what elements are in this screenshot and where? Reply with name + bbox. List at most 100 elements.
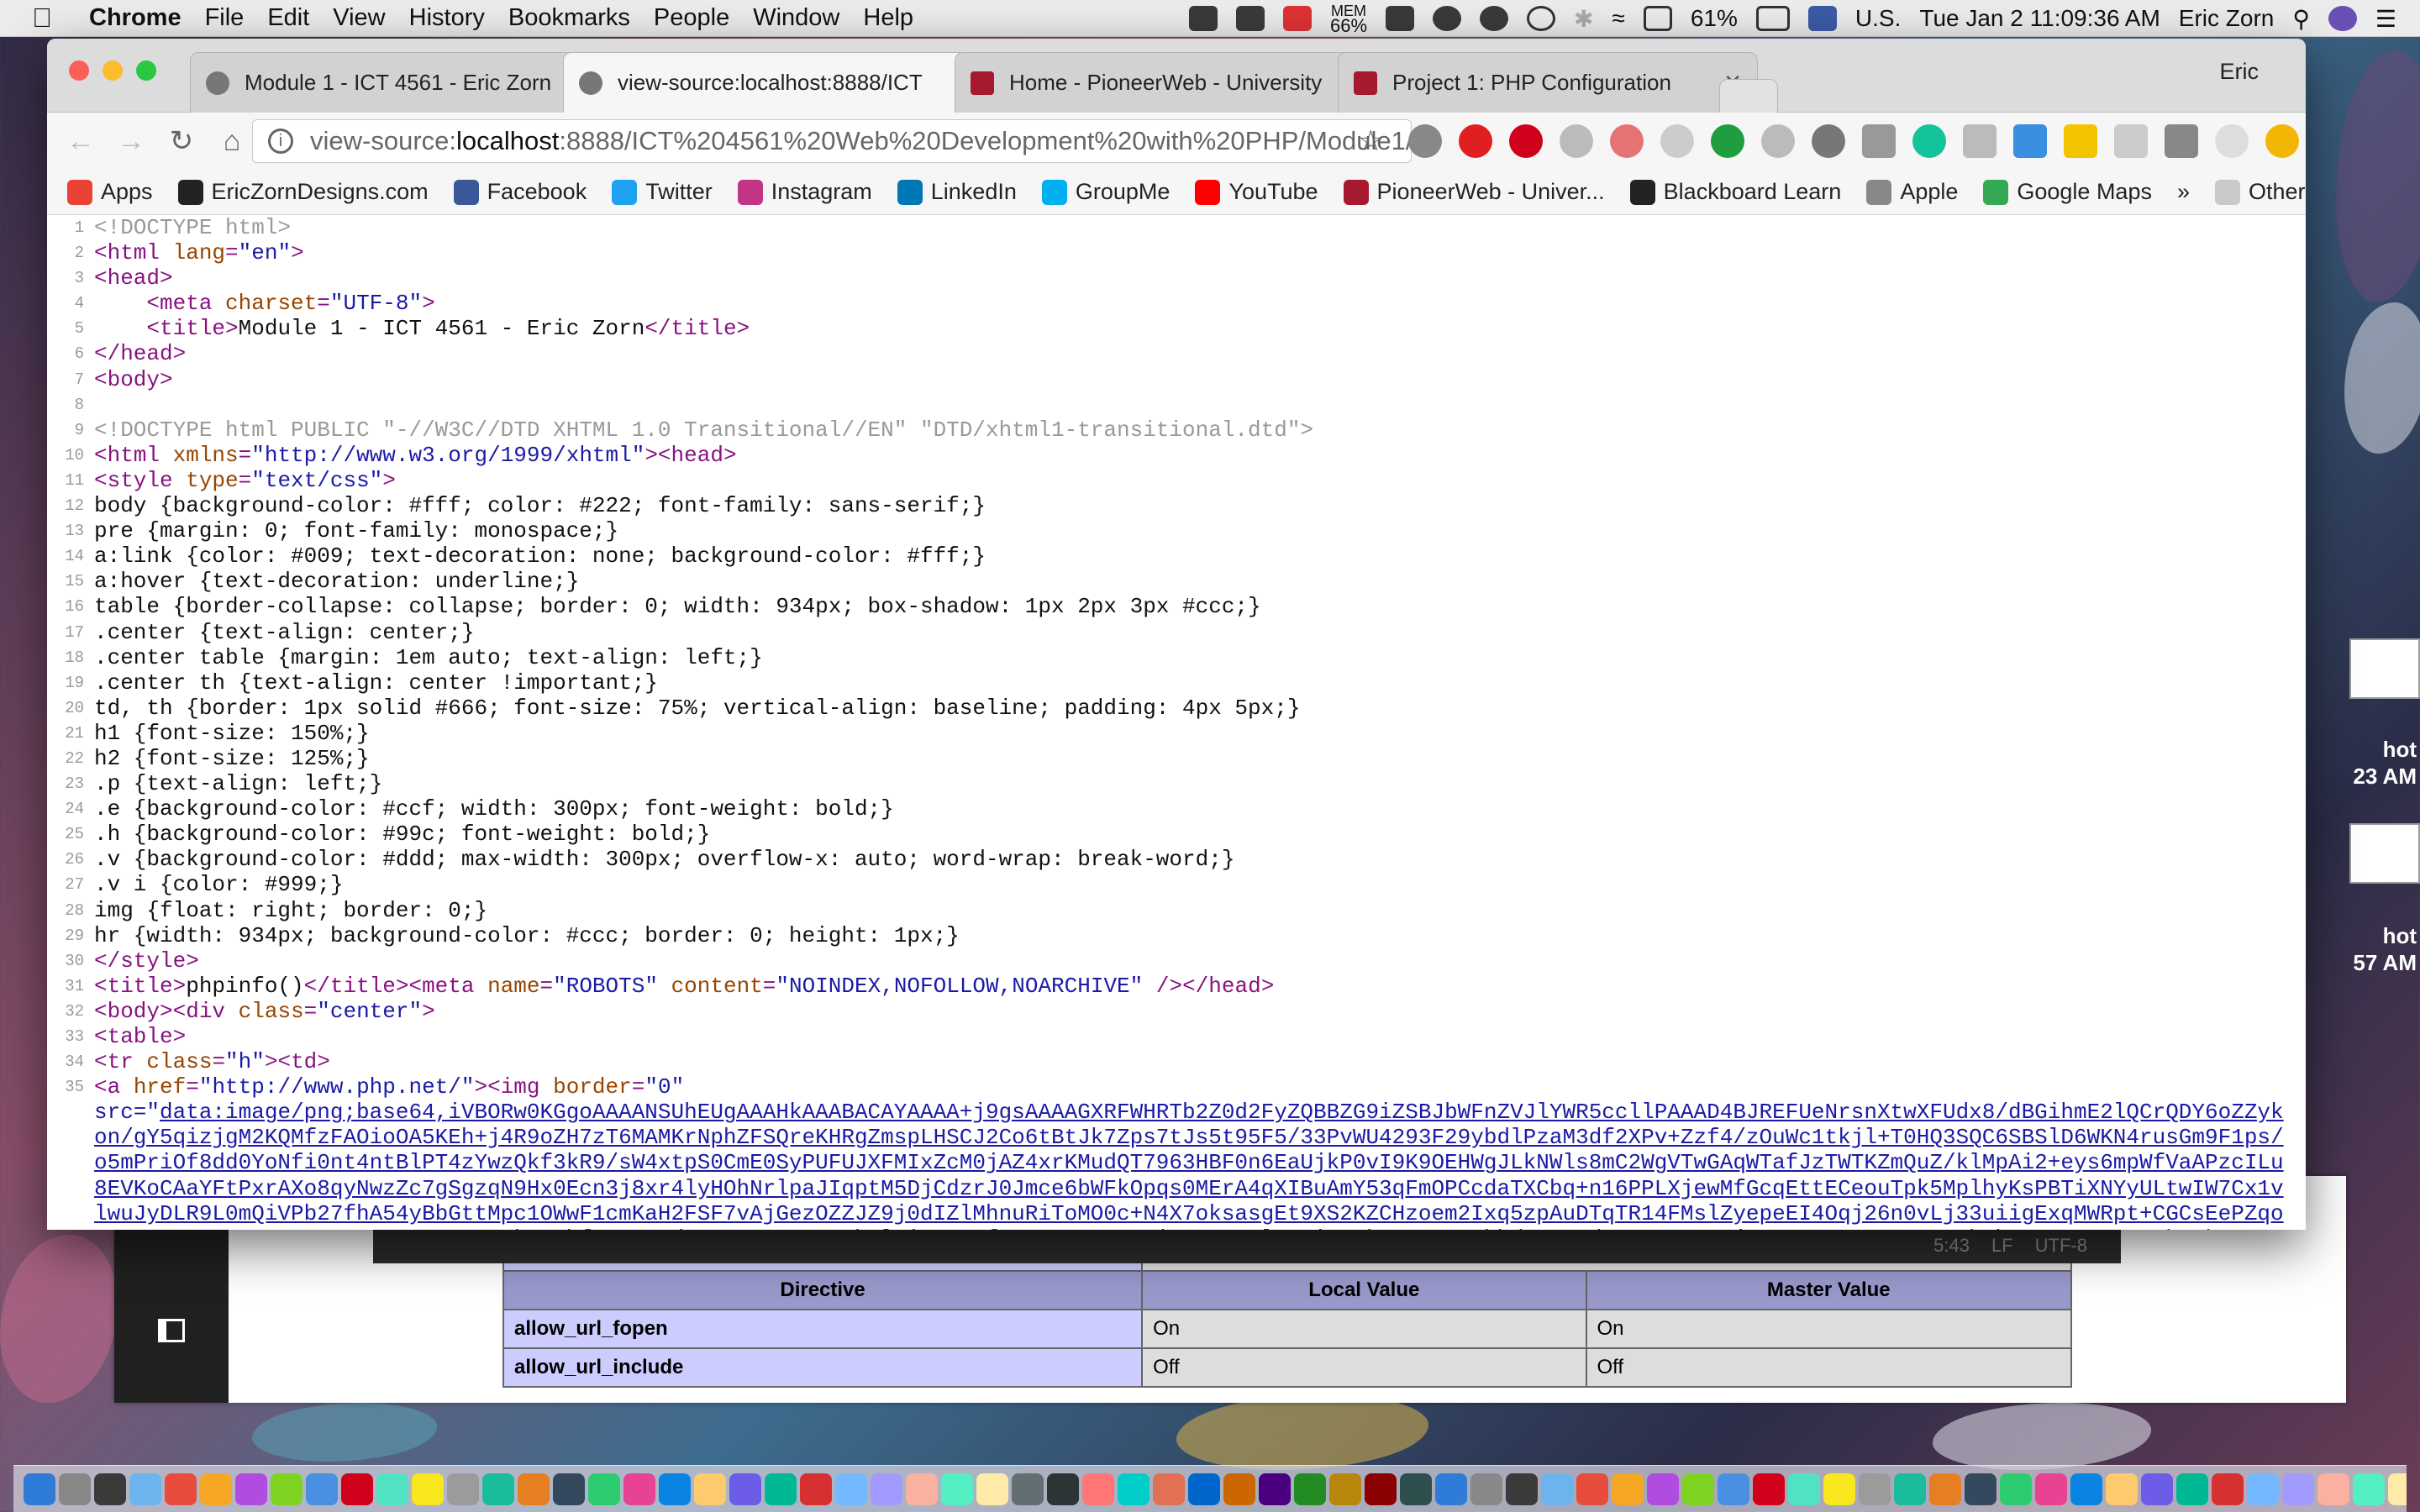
new-badge-extension-icon[interactable] [2013,124,2047,158]
wifi-icon[interactable]: ≈ [1612,5,1624,32]
dock-app-icon[interactable] [1753,1473,1785,1505]
tool-extension-icon[interactable] [1963,124,1996,158]
dock-app-icon[interactable] [694,1473,726,1505]
dock-app-icon[interactable] [1859,1473,1891,1505]
bookmark-item[interactable]: PioneerWeb - Univer... [1343,179,1605,205]
cloud-icon[interactable] [1433,6,1462,31]
dock-app-icon[interactable] [271,1473,302,1505]
source-link[interactable]: o5mPriOf8dd0YoNfi0nt4ntBlPT4zYwzQkf3kR9/… [94,1150,2284,1175]
dock-app-icon[interactable] [24,1473,55,1505]
source-link[interactable]: ePM738BPTaJzT7CpU0nu1vXpAXCC3VeRkCW4bfJY… [94,1226,2270,1230]
sync-icon[interactable] [1480,6,1509,31]
sidebar-toggle-icon[interactable] [158,1319,185,1342]
dock-app-icon[interactable] [235,1473,267,1505]
airplay-icon[interactable] [1643,6,1672,31]
time-machine-icon[interactable] [1527,6,1556,31]
zoom-window-button[interactable] [136,60,156,81]
dock-app-icon[interactable] [2070,1473,2102,1505]
dock-app-icon[interactable] [1647,1473,1679,1505]
dock-app-icon[interactable] [306,1473,338,1505]
info-extension-icon[interactable] [1812,124,1845,158]
dock-app-icon[interactable] [1823,1473,1855,1505]
pdf-icon[interactable] [1282,6,1312,31]
dock-app-icon[interactable] [1365,1473,1397,1505]
dock-app-icon[interactable] [1294,1473,1326,1505]
dock-app-icon[interactable] [1541,1473,1573,1505]
dock-app-icon[interactable] [94,1473,126,1505]
clipper-extension-icon[interactable] [1610,124,1644,158]
bookmark-item[interactable]: Instagram [737,179,872,205]
dock-app-icon[interactable] [1894,1473,1926,1505]
dock-app-icon[interactable] [1929,1473,1961,1505]
dock-app-icon[interactable] [1118,1473,1150,1505]
flag-icon[interactable] [1807,6,1837,31]
bookmark-item[interactable]: Facebook [453,179,587,205]
back-button[interactable]: ← [55,125,106,158]
dock-app-icon[interactable] [2176,1473,2208,1505]
dock-app-icon[interactable] [623,1473,655,1505]
bookmark-item[interactable]: LinkedIn [897,179,1017,205]
battery-percent[interactable]: 61% [1691,5,1738,32]
siri-icon[interactable] [2328,6,2357,31]
file-encoding[interactable]: UTF-8 [2035,1235,2087,1257]
profile-button[interactable]: Eric [2220,59,2260,85]
minimize-window-button[interactable] [103,60,123,81]
source-link[interactable]: on/gY5qizjgM2KQMfzFAOioOA5KEh+j4R9oZH7zT… [94,1125,2284,1150]
dock-app-icon[interactable] [482,1473,514,1505]
bookmark-item[interactable]: EricZornDesigns.com [177,179,429,205]
menu-window[interactable]: Window [753,4,839,32]
menu-bookmarks[interactable]: Bookmarks [508,4,630,32]
menu-people[interactable]: People [654,4,729,32]
dock-app-icon[interactable] [871,1473,902,1505]
dock-app-icon[interactable] [2388,1473,2407,1505]
creative-cloud-icon[interactable] [1235,6,1265,31]
bookmark-item[interactable]: YouTube [1195,179,1318,205]
tab-module1[interactable]: Module 1 - ICT 4561 - Eric Zorn ✕ [190,52,602,113]
notification-center-icon[interactable]: ☰ [2375,5,2396,33]
moon-extension-icon[interactable] [2215,124,2249,158]
dock-app-icon[interactable] [976,1473,1008,1505]
notes-extension-icon[interactable] [1862,124,1896,158]
dock-app-icon[interactable] [1259,1473,1291,1505]
new-tab-button[interactable] [1719,79,1778,113]
dock-app-icon[interactable] [1718,1473,1749,1505]
memory-meter[interactable]: MEM 66% [1330,3,1367,35]
source-link[interactable]: lwuJyDLR9L0mQiVPb27fhA54yBbGttMpc1OWwF1c… [94,1201,2284,1226]
dock-app-icon[interactable] [729,1473,761,1505]
bookmark-item[interactable]: GroupMe [1041,179,1170,205]
adblock-extension-icon[interactable] [1509,124,1543,158]
bookmark-item[interactable]: Apple [1866,179,1958,205]
dock-app-icon[interactable] [1506,1473,1538,1505]
user-name[interactable]: Eric Zorn [2179,5,2275,32]
dock-app-icon[interactable] [2035,1473,2067,1505]
drive-extension-icon[interactable] [1761,124,1795,158]
address-bar[interactable]: i view-source: localhost:8888/ICT%204561%… [252,119,1412,163]
dock-app-icon[interactable] [518,1473,550,1505]
dock-app-icon[interactable] [376,1473,408,1505]
opera-extension-icon[interactable] [1459,124,1492,158]
reload-button[interactable]: ↻ [156,124,207,158]
dock-app-icon[interactable] [2000,1473,2032,1505]
dock-app-icon[interactable] [659,1473,691,1505]
menu-file[interactable]: File [205,4,245,32]
bookmark-star-icon[interactable]: ☆ [1358,124,1383,158]
bookmarks-overflow-button[interactable]: » [2177,179,2190,205]
dropbox-extension-icon[interactable] [1560,124,1593,158]
dock-app-icon[interactable] [1682,1473,1714,1505]
dock-app-icon[interactable] [765,1473,797,1505]
dock-app-icon[interactable] [1047,1473,1079,1505]
input-source[interactable]: U.S. [1855,5,1901,32]
bookmark-item[interactable]: Apps [67,179,153,205]
dock-app-icon[interactable] [2247,1473,2279,1505]
close-window-button[interactable] [69,60,89,81]
dock-app-icon[interactable] [447,1473,479,1505]
skype-extension-icon[interactable] [1660,124,1694,158]
dock-app-icon[interactable] [2212,1473,2244,1505]
dropbox-icon[interactable] [1188,6,1218,31]
forward-button[interactable]: → [106,125,156,158]
info-icon[interactable]: i [268,129,293,154]
tab-project1[interactable]: Project 1: PHP Configuration ✕ [1338,52,1758,113]
dock-app-icon[interactable] [412,1473,444,1505]
dock-app-icon[interactable] [1788,1473,1820,1505]
tab-pioneerweb[interactable]: Home - PioneerWeb - University ✕ [955,52,1375,113]
